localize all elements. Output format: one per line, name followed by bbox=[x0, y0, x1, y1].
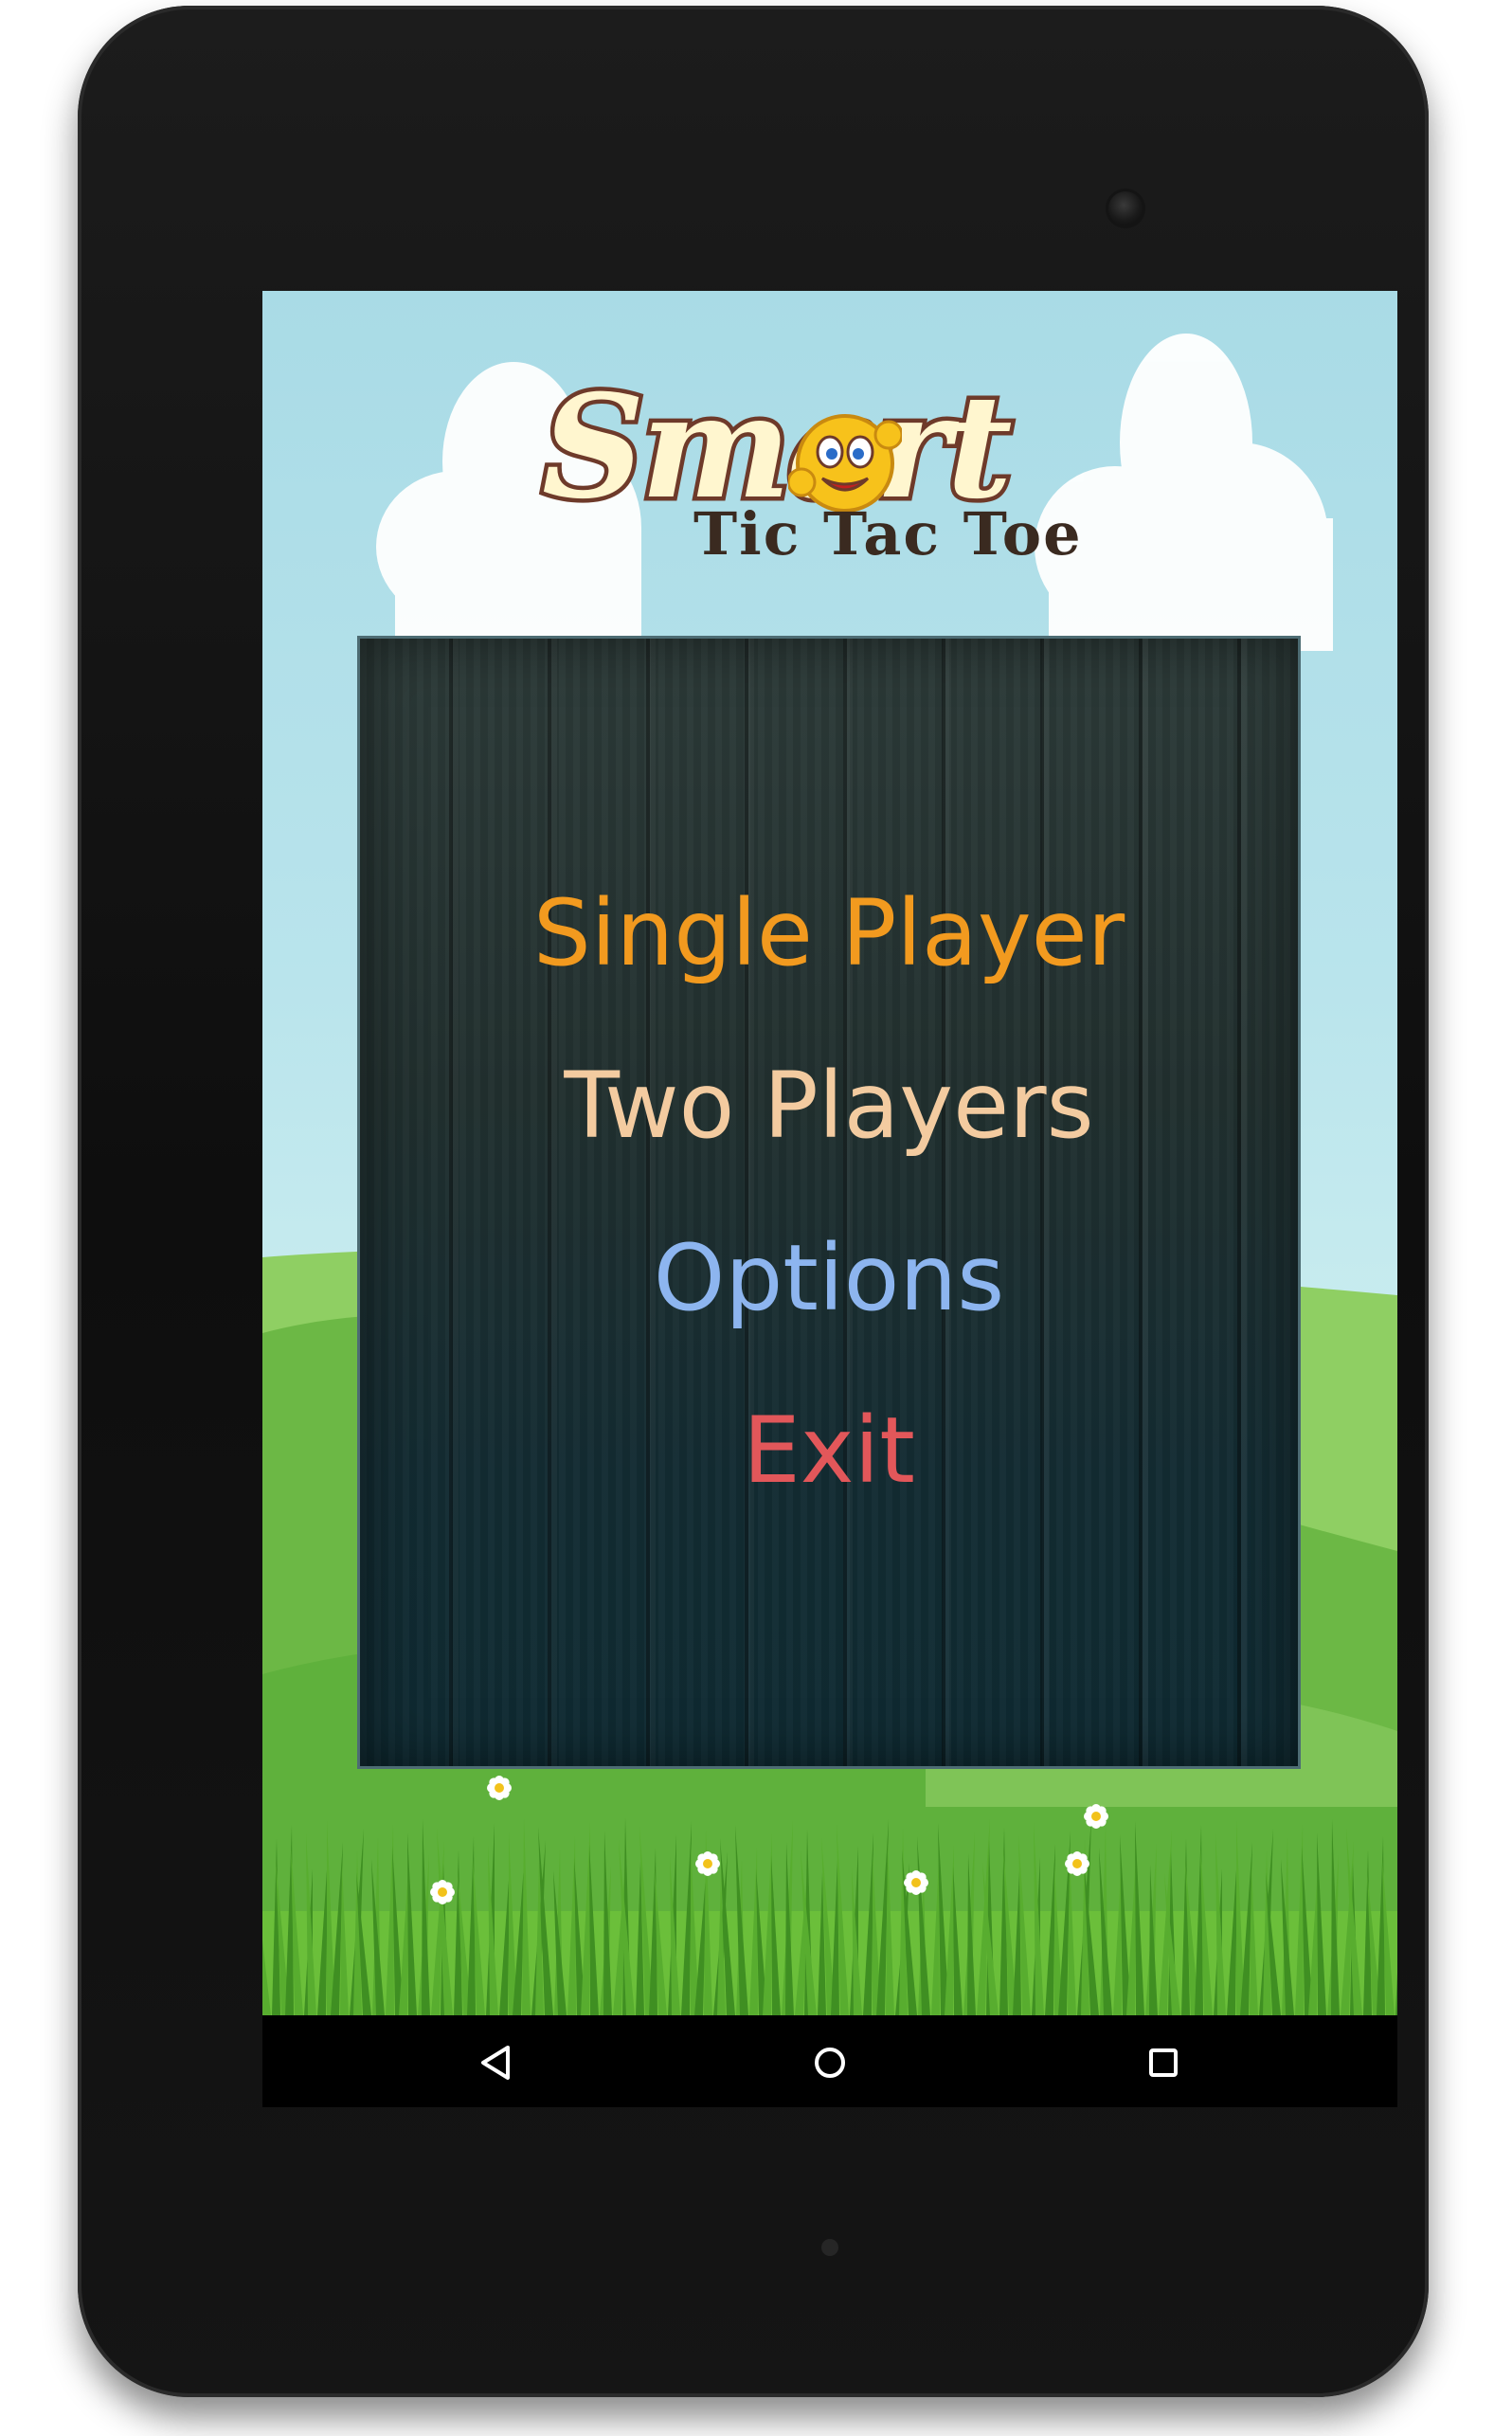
device-sensor-dot bbox=[821, 2239, 838, 2256]
front-camera bbox=[1108, 191, 1143, 226]
game-main-menu-screen: Smart Tic Tac Toe Single Player Two Play… bbox=[262, 291, 1397, 2015]
back-icon[interactable] bbox=[466, 2032, 527, 2093]
screen: Smart Tic Tac Toe Single Player Two Play… bbox=[262, 291, 1397, 2107]
logo-subtitle: Tic Tac Toe bbox=[693, 499, 1083, 568]
wooden-menu-panel: Single Player Two Players Options Exit bbox=[357, 636, 1301, 1769]
main-menu: Single Player Two Players Options Exit bbox=[360, 639, 1298, 1766]
options-button[interactable]: Options bbox=[360, 1217, 1298, 1340]
single-player-button[interactable]: Single Player bbox=[360, 872, 1298, 995]
system-navigation-bar bbox=[262, 2015, 1397, 2107]
smart-tic-tac-toe-logo: Smart Tic Tac Toe bbox=[538, 357, 1110, 575]
home-icon[interactable] bbox=[800, 2032, 860, 2093]
exit-button[interactable]: Exit bbox=[360, 1389, 1298, 1512]
grass-foreground bbox=[262, 1776, 1397, 2015]
tablet-device: Smart Tic Tac Toe Single Player Two Play… bbox=[78, 6, 1429, 2397]
two-players-button[interactable]: Two Players bbox=[360, 1044, 1298, 1167]
recent-apps-icon[interactable] bbox=[1133, 2032, 1194, 2093]
